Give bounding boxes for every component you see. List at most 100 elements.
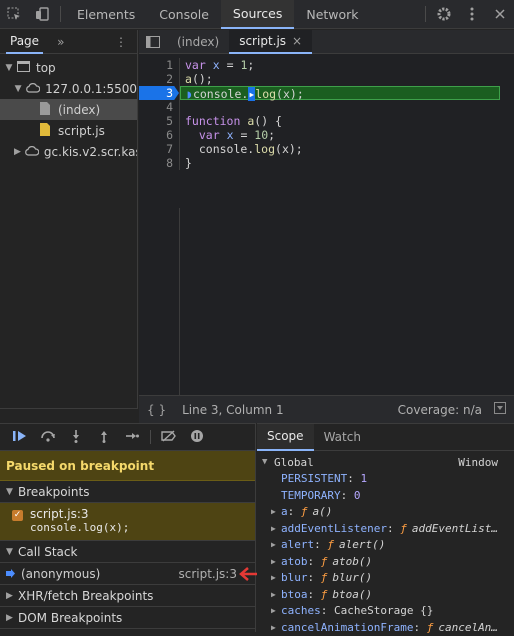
chevron-right-icon[interactable]: ▶ [271,606,281,615]
chevron-down-icon[interactable]: ▼ [262,457,274,467]
code-line[interactable]: 4 [139,100,514,114]
line-number[interactable]: 4 [139,100,179,114]
property-key: btoa [281,587,308,601]
chevron-down-icon[interactable]: ▼ [6,547,18,557]
code-line-paused[interactable]: 3 ◗console.▸log(x); [139,86,514,101]
collapse-icon[interactable] [494,402,506,417]
tab-network[interactable]: Network [294,0,370,29]
chevron-down-icon[interactable]: ▼ [6,487,18,497]
line-number[interactable]: 2 [139,72,179,86]
code-line[interactable]: 1 var x = 1; [139,58,514,72]
function-symbol: ƒ [327,538,334,552]
chevron-right-icon[interactable]: ▶ [271,623,281,632]
code-line[interactable]: 8} [139,156,514,170]
frame-icon [17,60,30,75]
line-number[interactable]: 1 [139,58,179,72]
tree-item-top[interactable]: ▼ top [0,57,137,78]
scope-property[interactable]: PERSISTENT: 1 [257,471,514,488]
more-vert-icon[interactable]: ⋮ [115,35,127,49]
section-title: DOM Breakpoints [18,610,123,625]
scope-property[interactable]: ▶ btoa: ƒ btoa() [257,586,514,603]
tab-page[interactable]: Page [6,30,44,54]
property-value: 1 [360,472,368,486]
chevron-right-icon[interactable]: ▶ [271,557,281,566]
scope-property[interactable]: ▶ atob: ƒ atob() [257,553,514,570]
tree-item-index[interactable]: (index) [0,99,137,120]
more-vert-icon[interactable] [458,0,486,29]
deactivate-breakpoints-icon[interactable] [155,429,183,445]
more-tabs-icon[interactable]: » [57,35,64,49]
tab-watch[interactable]: Watch [314,424,371,451]
chevron-right-icon[interactable]: ▶ [271,540,281,549]
editor-status-bar: { } Line 3, Column 1 Coverage: n/a [139,395,514,423]
property-value: atob() [332,554,373,568]
tree-item-script[interactable]: script.js [0,120,137,141]
scope-property[interactable]: ▶ blur: ƒ blur() [257,570,514,587]
section-breakpoints[interactable]: ▼ Breakpoints [0,481,255,503]
editor-tab-script[interactable]: script.js × [229,29,313,54]
close-icon[interactable]: × [292,34,302,48]
line-number[interactable]: 6 [139,128,179,142]
scope-property[interactable]: ▶ addEventListener: ƒ addEventList… [257,520,514,537]
current-frame-arrow-icon [6,567,15,581]
breakpoint-item[interactable]: ✓ script.js:3 console.log(x); [0,503,255,541]
property-value: a() [312,505,333,519]
scope-global-row[interactable]: ▼ Global Window [257,454,514,471]
chevron-right-icon[interactable]: ▶ [271,573,281,582]
scope-property[interactable]: ▶ alert: ƒ alert() [257,537,514,554]
code-line[interactable]: 6 var x = 10; [139,128,514,142]
code-line[interactable]: 5 function a() { [139,114,514,128]
section-dom-breakpoints[interactable]: ▶ DOM Breakpoints [0,607,255,629]
gear-icon[interactable] [430,0,458,29]
toggle-navigator-icon[interactable] [139,35,167,48]
chevron-right-icon[interactable]: ▶ [271,507,281,516]
step-icon[interactable] [118,430,146,445]
pretty-print-icon[interactable]: { } [147,403,166,417]
step-over-icon[interactable] [34,430,62,445]
close-icon[interactable] [486,0,514,29]
chevron-down-icon[interactable]: ▼ [4,63,14,73]
chevron-right-icon[interactable]: ▶ [14,147,21,157]
line-number[interactable]: 7 [139,142,179,156]
call-frame[interactable]: (anonymous) script.js:3 [0,563,267,585]
resume-icon[interactable] [6,430,34,445]
property-value: CacheStorage {} [334,604,434,618]
tab-console[interactable]: Console [147,0,221,29]
inspect-element-icon[interactable] [0,0,28,29]
coverage-status[interactable]: Coverage: n/a [398,403,482,417]
scope-property[interactable]: TEMPORARY: 0 [257,487,514,504]
tree-item-extension[interactable]: ▶ gc.kis.v2.scr.kasp [0,141,137,162]
chevron-right-icon[interactable]: ▶ [6,591,18,601]
frame-location[interactable]: script.js:3 [178,567,237,581]
section-xhr-breakpoints[interactable]: ▶ XHR/fetch Breakpoints [0,585,255,607]
device-toolbar-icon[interactable] [28,0,56,29]
pause-on-exceptions-icon[interactable] [183,429,211,446]
code-line[interactable]: 2 a(); [139,72,514,86]
tab-elements[interactable]: Elements [65,0,147,29]
code-area[interactable]: 1 var x = 1; 2 a(); 3 ◗console.▸log(x); 4 5… [139,58,514,170]
scope-property[interactable]: ▶ cancelAnimationFrame: ƒ cancelAn… [257,619,514,636]
line-number[interactable]: 5 [139,114,179,128]
chevron-down-icon[interactable]: ▼ [14,84,22,94]
code-text: a(); [185,72,213,86]
code-line[interactable]: 7 console.log(x); [139,142,514,156]
tab-scope[interactable]: Scope [257,423,314,451]
editor-tab-index[interactable]: (index) [167,30,229,54]
debugger-sidebar: Paused on breakpoint ▼ Breakpoints ✓ scr… [0,423,267,632]
step-into-icon[interactable] [62,429,90,446]
scope-property[interactable]: ▶ a: ƒ a() [257,504,514,521]
tab-sources[interactable]: Sources [220,0,295,29]
chevron-right-icon[interactable]: ▶ [271,524,281,533]
tree-item-host[interactable]: ▼ 127.0.0.1:5500 [0,78,137,99]
scope-property[interactable]: ▶ caches: CacheStorage {} [257,603,514,620]
tree-item-label: (index) [58,102,101,117]
breakpoint-checkbox[interactable]: ✓ [12,510,23,521]
chevron-right-icon[interactable]: ▶ [271,590,281,599]
step-out-icon[interactable] [90,429,118,446]
breakpoint-marker[interactable]: 3 [139,86,179,100]
chevron-right-icon[interactable]: ▶ [6,613,18,623]
line-number[interactable]: 8 [139,156,179,170]
section-title: XHR/fetch Breakpoints [18,588,154,603]
section-call-stack[interactable]: ▼ Call Stack [0,541,255,563]
code-text: var x = 1; [185,58,255,72]
